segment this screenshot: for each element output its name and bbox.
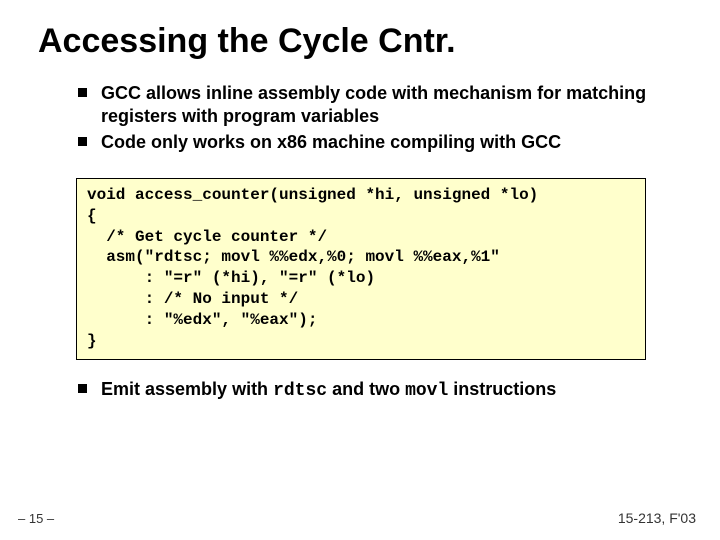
footer-course-id: 15-213, F'03 (618, 510, 696, 526)
code-snippet: void access_counter(unsigned *hi, unsign… (87, 185, 635, 351)
bullet-list-bottom: Emit assembly with rdtsc and two movl in… (78, 378, 670, 407)
square-bullet-icon (78, 137, 87, 146)
square-bullet-icon (78, 384, 87, 393)
bullet-text: GCC allows inline assembly code with mec… (101, 82, 670, 127)
bullet-text: Code only works on x86 machine compiling… (101, 131, 561, 154)
footer-page-number: – 15 – (18, 511, 54, 526)
bullet-item: Code only works on x86 machine compiling… (78, 131, 670, 154)
square-bullet-icon (78, 88, 87, 97)
code-box: void access_counter(unsigned *hi, unsign… (76, 178, 646, 360)
slide: Accessing the Cycle Cntr. GCC allows inl… (0, 0, 720, 540)
bullet-item: GCC allows inline assembly code with mec… (78, 82, 670, 127)
bullet-list-top: GCC allows inline assembly code with mec… (78, 82, 670, 158)
inline-code: movl (405, 381, 448, 401)
bullet-item: Emit assembly with rdtsc and two movl in… (78, 378, 670, 403)
inline-code: rdtsc (273, 381, 327, 401)
text-segment: and two (327, 379, 405, 399)
text-segment: instructions (448, 379, 556, 399)
bullet-text: Emit assembly with rdtsc and two movl in… (101, 378, 556, 403)
slide-title: Accessing the Cycle Cntr. (38, 22, 456, 61)
text-segment: Emit assembly with (101, 379, 273, 399)
